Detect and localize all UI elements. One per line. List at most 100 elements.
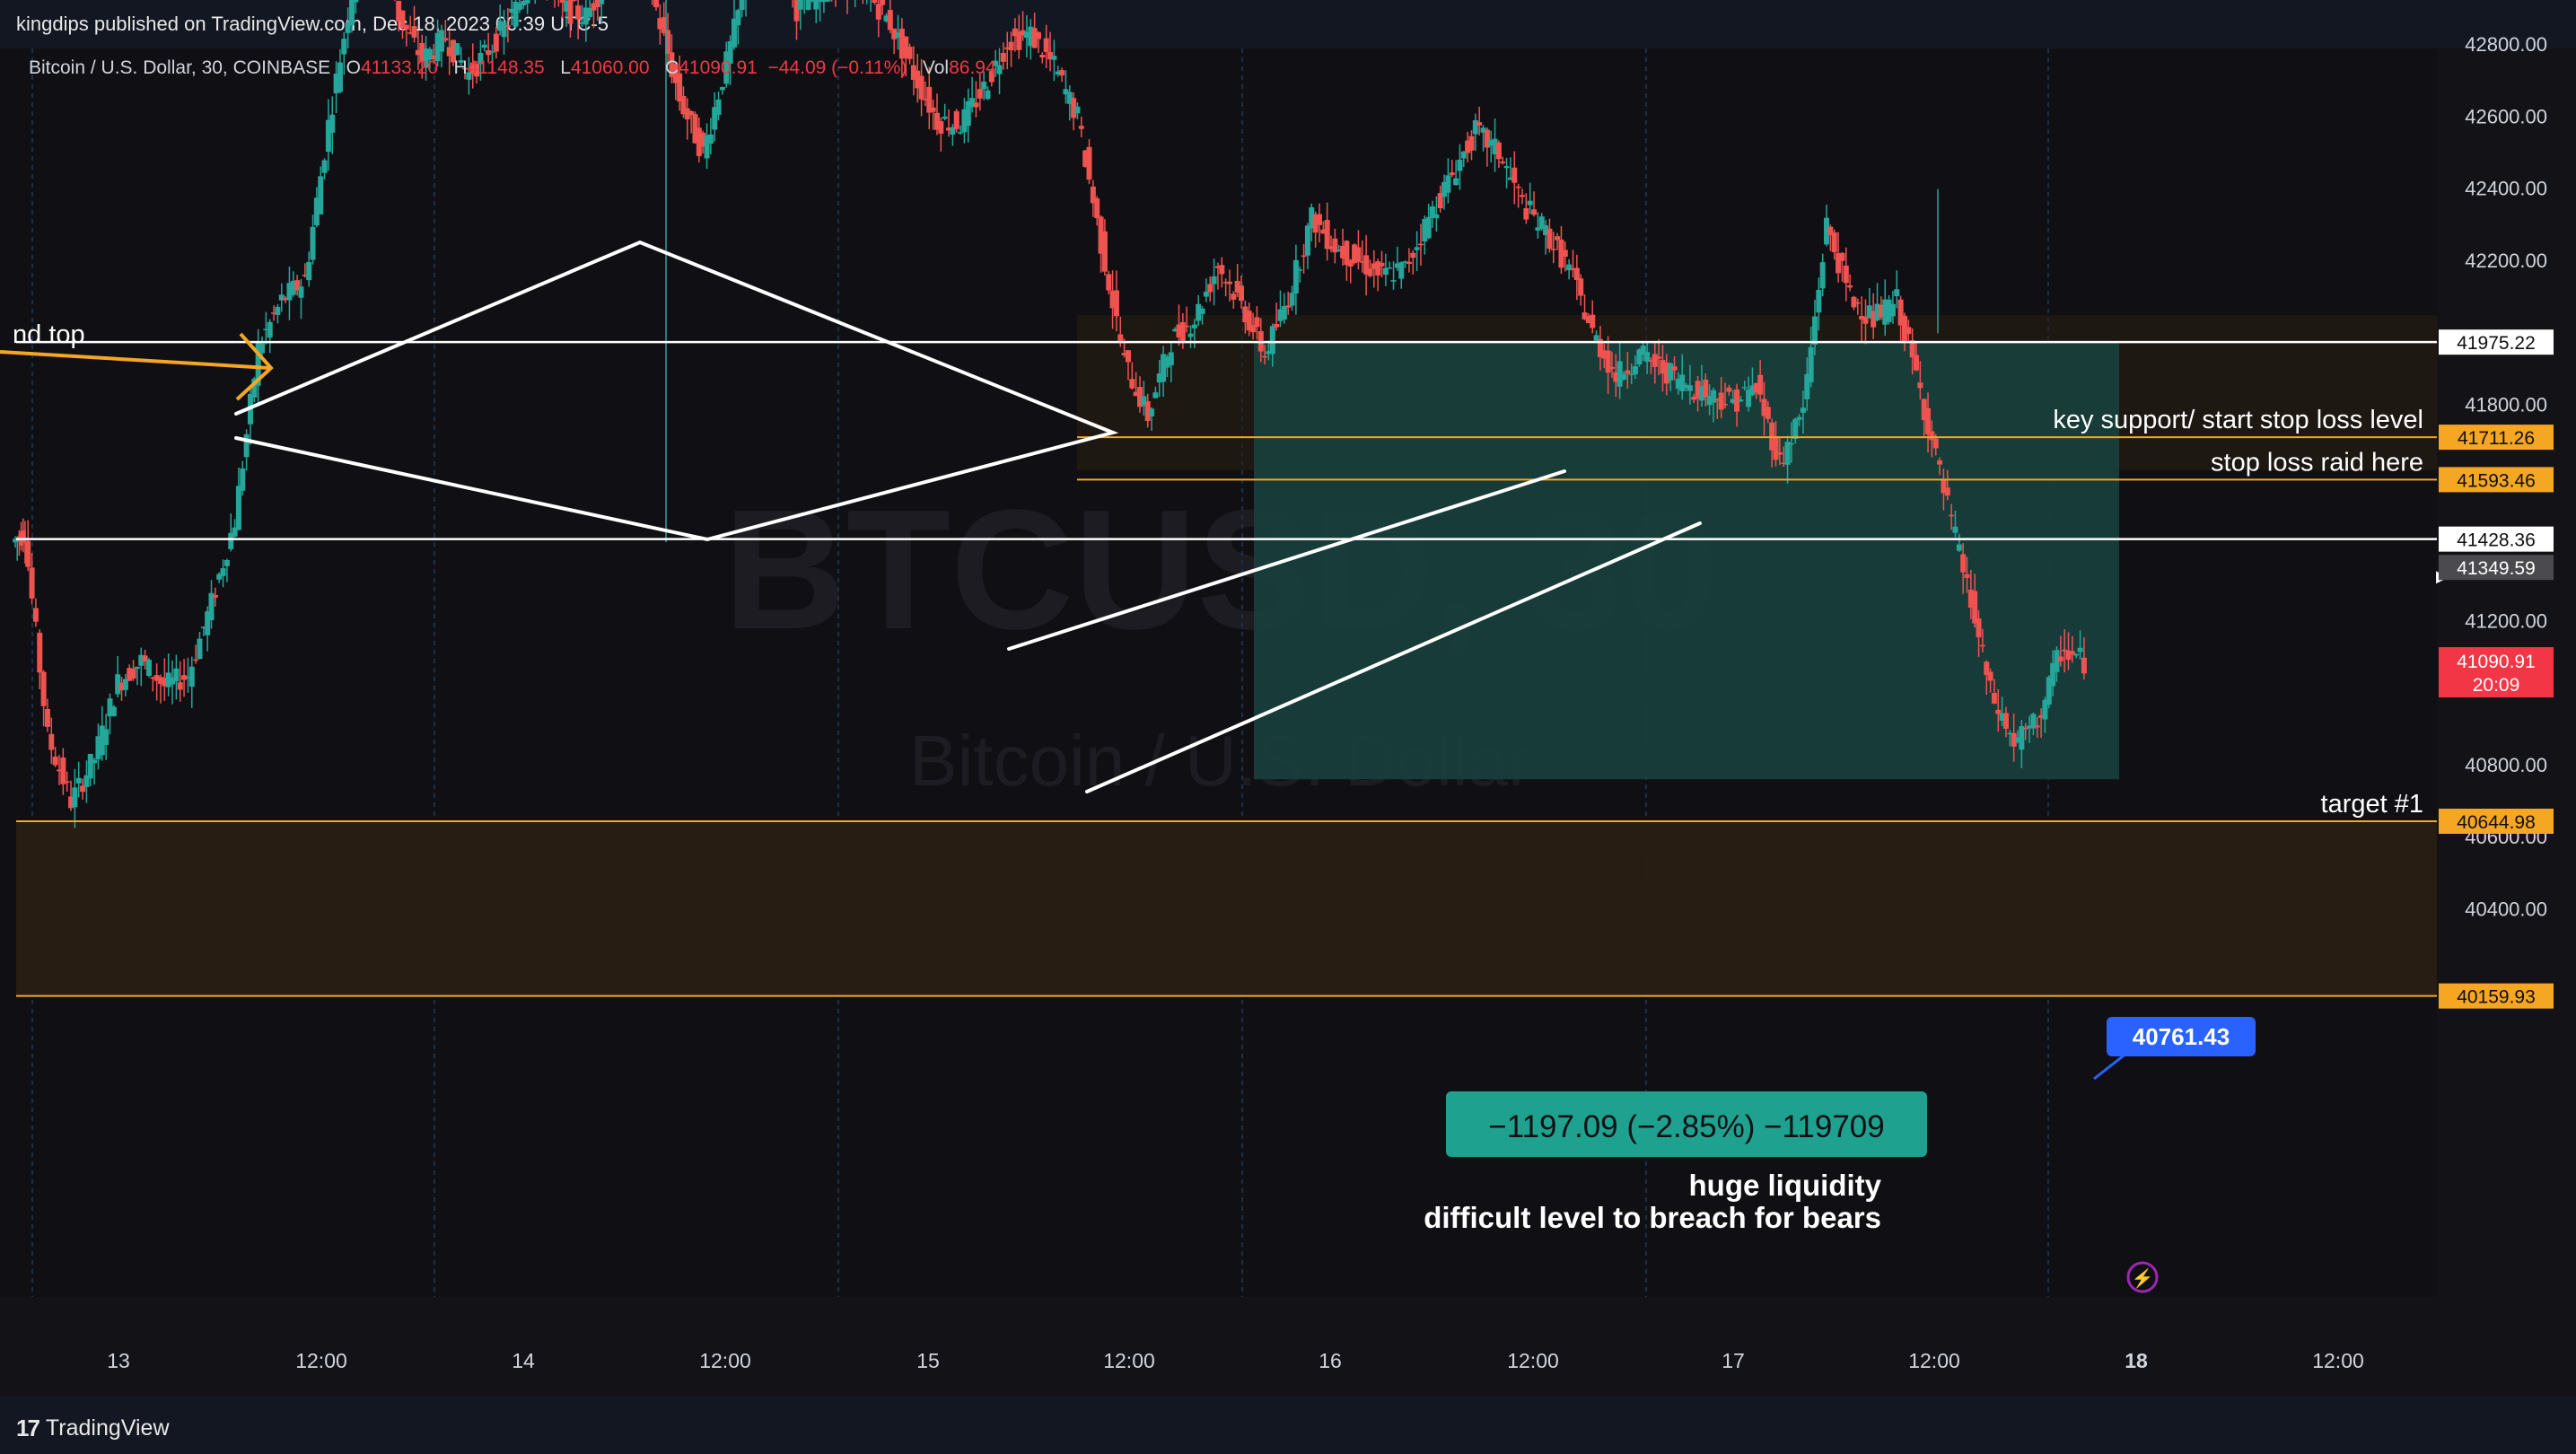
candle-body (1503, 166, 1510, 169)
candle-body (707, 134, 714, 145)
candle-body (193, 659, 199, 661)
x-tick-label: 12:00 (2312, 1349, 2364, 1372)
open-value: 41133.20 (360, 57, 439, 78)
candle-body (985, 90, 991, 100)
candle-body (1457, 159, 1463, 171)
candle-body (1355, 247, 1362, 262)
tv-mark-icon: 17 (16, 1415, 40, 1441)
candle-body (32, 608, 39, 622)
candle-body (524, 0, 530, 4)
candle-body (134, 666, 140, 670)
symbol-name[interactable]: Bitcoin / U.S. Dollar, 30, COINBASE (29, 57, 330, 78)
candle-body (1757, 374, 1764, 395)
candle-body (1269, 326, 1275, 355)
candle-body (1605, 350, 1611, 373)
candle-body (442, 38, 449, 41)
candle-body (1453, 178, 1459, 186)
candle-body (493, 33, 499, 52)
candle-body (310, 226, 316, 260)
candle-body (1562, 250, 1568, 258)
candle-body (887, 10, 893, 31)
candle-body (1621, 373, 1626, 380)
candle-body (1811, 316, 1818, 345)
candle-body (504, 25, 511, 27)
candle-body (64, 781, 70, 784)
candle-body (1519, 195, 1525, 197)
y-tick-label: 41200.00 (2465, 609, 2547, 632)
candle-body (1274, 323, 1280, 328)
candle-body (1511, 167, 1518, 183)
candle-body (1207, 284, 1214, 293)
candle-body (571, 0, 577, 1)
candle-body (2019, 726, 2025, 750)
candle-body (1515, 186, 1521, 188)
candle-body (1078, 126, 1084, 129)
candle-body (739, 0, 745, 11)
candle-body (1297, 269, 1303, 271)
candle-body (240, 468, 246, 491)
y-tick-label: 40800.00 (2465, 754, 2547, 776)
candle-body (1726, 387, 1732, 392)
candle-body (1289, 293, 1295, 306)
candle-body (1500, 161, 1506, 163)
candle-body (1625, 370, 1631, 374)
candle-body (223, 559, 230, 566)
candle-body (575, 5, 582, 20)
low-value: 41060.00 (570, 57, 650, 78)
close-label: C (665, 57, 679, 78)
tradingview-logo[interactable]: 17 TradingView (16, 1415, 170, 1442)
candle-body (1784, 442, 1791, 465)
candle-body (243, 434, 250, 458)
candle-body (1379, 262, 1385, 267)
candle-body (1944, 487, 1950, 496)
x-tick-label: 12:00 (295, 1349, 347, 1372)
candle-body (306, 261, 312, 281)
candle-body (1718, 392, 1724, 410)
candle-body (1254, 317, 1260, 328)
alert-icon-glyph: ⚡ (2132, 1267, 2154, 1289)
candle-body (145, 660, 152, 676)
price-tag-41428.36: 41428.36 (2457, 530, 2536, 551)
candle-body (2002, 713, 2009, 730)
candle-body (1292, 259, 1299, 293)
candle-body (1925, 407, 1932, 434)
candle-body (958, 132, 964, 134)
candle-body (235, 486, 241, 530)
candle-body (1316, 214, 1322, 225)
volume-label: Vol (922, 57, 950, 78)
x-tick-label: 14 (512, 1349, 535, 1372)
candle-body (1862, 316, 1869, 324)
candle-body (1949, 514, 1955, 517)
candle-body (805, 0, 811, 10)
candle-body (87, 753, 93, 779)
candle-body (1226, 281, 1232, 285)
candle-body (1036, 31, 1041, 39)
candle-body (1546, 228, 1553, 250)
candle-body (1125, 350, 1131, 363)
candle-body (875, 4, 881, 20)
candle-body (1262, 355, 1268, 358)
price-chart[interactable]: BTCUSD, 30Bitcoin / U.S. Dollarkey suppo… (0, 0, 2576, 1397)
candle-body (1059, 70, 1065, 76)
candle-body (1398, 262, 1405, 279)
candle-body (1179, 322, 1186, 343)
candle-body (1851, 296, 1857, 308)
candle-body (1741, 387, 1748, 389)
candle-body (973, 102, 979, 108)
x-tick-label: 12:00 (1908, 1349, 1960, 1372)
candle-body (1792, 418, 1799, 440)
candle-body (212, 594, 218, 598)
candle-body (1788, 442, 1794, 445)
time-axis-bg (0, 1297, 2576, 1397)
candle-body (1765, 407, 1771, 419)
candle-body (1414, 247, 1420, 250)
x-tick-label: 15 (916, 1349, 940, 1372)
candle-body (267, 321, 273, 338)
candle-body (321, 160, 328, 173)
candle-body (1094, 198, 1100, 219)
candle-body (197, 638, 203, 660)
candle-body (1937, 460, 1943, 465)
candle-body (52, 756, 58, 766)
candle-body (1819, 262, 1826, 289)
candle-body (110, 706, 117, 716)
